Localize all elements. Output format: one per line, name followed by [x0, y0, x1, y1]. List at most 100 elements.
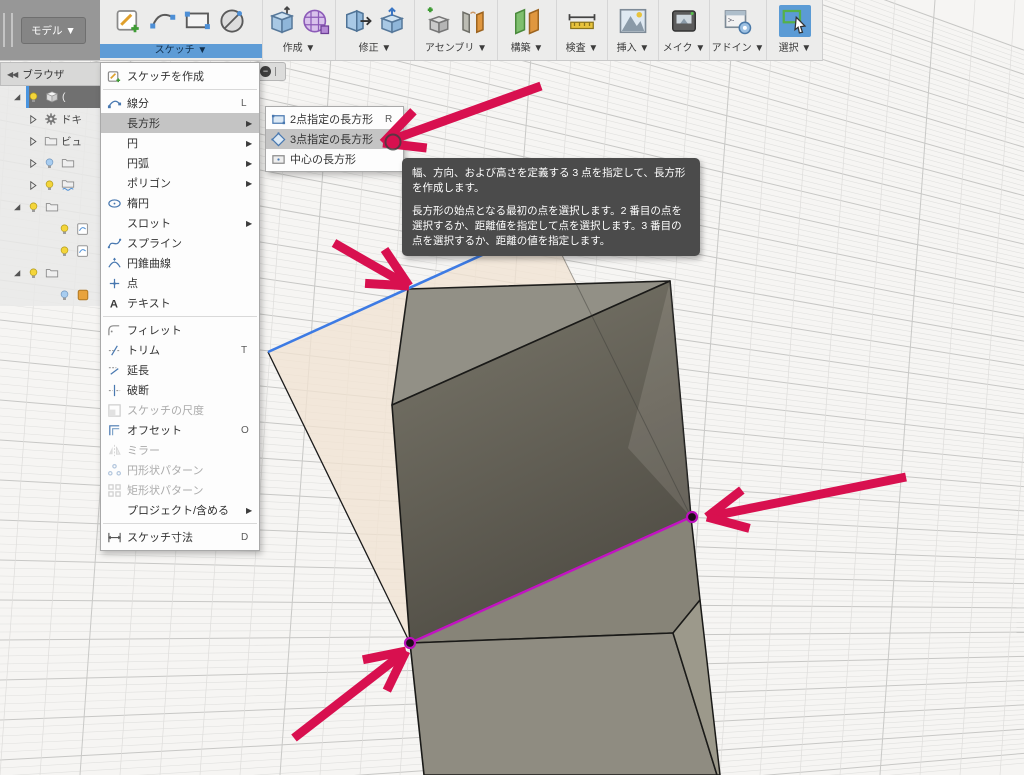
sketch-menu-item-7[interactable]: スロット▶ [101, 213, 259, 233]
point-icon [101, 276, 127, 291]
browser-header[interactable]: ◀◀ ブラウザ [0, 62, 101, 86]
inspect-group-dropdown[interactable]: 検査 ▼ [566, 42, 599, 56]
menu-item-label: 楕円 [127, 195, 241, 211]
collapse-triangle-icon[interactable] [12, 92, 23, 103]
model-body[interactable] [392, 281, 720, 775]
visibility-bulb-icon[interactable] [58, 289, 71, 302]
sketch-point-2[interactable] [687, 512, 697, 522]
browser-row-7[interactable] [0, 240, 101, 262]
menu-item-label: フィレット [127, 322, 241, 338]
rect-submenu-item-2[interactable]: 中心の長方形 [266, 149, 403, 169]
collapse-triangle-icon[interactable] [12, 202, 23, 213]
visibility-bulb-icon[interactable] [27, 201, 40, 214]
toolbar-group-create: 作成 ▼ [263, 0, 336, 60]
browser-row-5[interactable] [0, 196, 101, 218]
create-sketch-button[interactable] [114, 5, 146, 37]
sketch-menu-item-15[interactable]: 破断 [101, 380, 259, 400]
sketch-menu-item-5[interactable]: ポリゴン▶ [101, 173, 259, 193]
sketch-menu-item-11[interactable]: Aテキスト [101, 293, 259, 313]
sketch-menu-item-8[interactable]: スプライン [101, 233, 259, 253]
browser-row-8[interactable] [0, 262, 101, 284]
sketch-icon [76, 244, 90, 258]
expand-triangle-icon[interactable] [28, 114, 39, 125]
modify-group-dropdown[interactable]: 修正 ▼ [359, 42, 392, 56]
joint-button[interactable] [457, 5, 489, 37]
sketch-menu-item-6[interactable]: 楕円 [101, 193, 259, 213]
rect-3pt-icon [266, 132, 290, 147]
make-group-dropdown[interactable]: メイク ▼ [663, 42, 705, 56]
addins-button[interactable]: >- [722, 5, 754, 37]
browser-row-4[interactable] [0, 174, 101, 196]
fillet-button[interactable] [376, 5, 408, 37]
sketch-menu-item-13[interactable]: トリムT [101, 340, 259, 360]
body-lower-front-face[interactable] [410, 633, 717, 775]
select-group-dropdown[interactable]: 選択 ▼ [779, 42, 812, 56]
visibility-bulb-icon[interactable] [43, 157, 56, 170]
toolbar-grip[interactable] [3, 13, 13, 47]
insert-group-dropdown[interactable]: 挿入 ▼ [617, 42, 650, 56]
browser-collapse-icon[interactable]: ◀◀ [7, 70, 17, 79]
browser-row-9[interactable] [0, 284, 101, 306]
submenu-arrow-icon: ▶ [246, 506, 259, 515]
sketch-menu-item-12[interactable]: フィレット [101, 320, 259, 340]
visibility-bulb-icon[interactable] [58, 245, 71, 258]
collapse-triangle-icon[interactable] [12, 268, 23, 279]
sketch-menu-item-0[interactable]: スケッチを作成 [101, 66, 259, 86]
circle-tool-button[interactable] [216, 5, 248, 37]
select-button[interactable] [779, 5, 811, 37]
measure-button[interactable] [566, 5, 598, 37]
browser-row-3[interactable] [0, 152, 101, 174]
expand-triangle-icon[interactable] [28, 158, 39, 169]
expand-triangle-icon[interactable] [28, 136, 39, 147]
visibility-bulb-icon[interactable] [27, 267, 40, 280]
workspace-dropdown[interactable]: モデル ▼ [21, 17, 86, 44]
visibility-bulb-icon[interactable] [58, 223, 71, 236]
viewport-mini-toolbar[interactable]: − [256, 62, 286, 81]
sketch-menu-item-1[interactable]: 線分L [101, 93, 259, 113]
sketch-menu-item-14[interactable]: 延長 [101, 360, 259, 380]
construct-plane-button[interactable] [511, 5, 543, 37]
expand-triangle-icon[interactable] [28, 180, 39, 191]
sketch-menu-item-21[interactable]: プロジェクト/含める▶ [101, 500, 259, 520]
rectangle-tool-button[interactable] [182, 5, 214, 37]
rect-submenu-item-0[interactable]: 2点指定の長方形R [266, 109, 403, 129]
sketch-menu-item-22[interactable]: スケッチ寸法D [101, 527, 259, 547]
line-icon [101, 96, 127, 111]
conic-icon [101, 256, 127, 271]
construct-group-dropdown[interactable]: 構築 ▼ [511, 42, 544, 56]
shortcut-key: L [241, 98, 259, 109]
visibility-bulb-icon[interactable] [43, 179, 56, 192]
mirror-icon [101, 443, 127, 458]
sketch-menu-item-4[interactable]: 円弧▶ [101, 153, 259, 173]
menu-item-label: スプライン [127, 235, 241, 251]
sketch-menu-item-2[interactable]: 長方形▶ [101, 113, 259, 133]
folder-icon [45, 266, 59, 280]
new-component-icon [424, 6, 454, 36]
mini-toolbar-grip[interactable] [275, 67, 276, 76]
sketch-menu-item-10[interactable]: 点 [101, 273, 259, 293]
new-component-button[interactable] [423, 5, 455, 37]
collapse-dot-icon[interactable]: − [260, 66, 271, 77]
submenu-arrow-icon: ▶ [246, 139, 259, 148]
arc-tool-button[interactable] [148, 5, 180, 37]
make-button[interactable] [668, 5, 700, 37]
press-pull-button[interactable] [342, 5, 374, 37]
sketch-group-dropdown[interactable]: スケッチ ▼ [100, 44, 262, 58]
assemble-group-dropdown[interactable]: アセンブリ ▼ [425, 42, 487, 56]
extrude-button[interactable] [266, 5, 298, 37]
insert-image-button[interactable] [617, 5, 649, 37]
create-form-button[interactable] [300, 5, 332, 37]
sketch-menu-item-9[interactable]: 円錐曲線 [101, 253, 259, 273]
browser-row-6[interactable] [0, 218, 101, 240]
rect-submenu-item-1[interactable]: 3点指定の長方形 [266, 129, 403, 149]
browser-row-1[interactable]: ドキ [0, 108, 101, 130]
addins-group-dropdown[interactable]: アドイン ▼ [712, 42, 765, 56]
browser-row-label: ビュ [61, 134, 82, 149]
browser-row-label: ドキ [61, 112, 82, 127]
sketch-point-1[interactable] [405, 638, 415, 648]
sketch-menu-item-3[interactable]: 円▶ [101, 133, 259, 153]
sketch-menu-item-17[interactable]: オフセットO [101, 420, 259, 440]
create-group-dropdown[interactable]: 作成 ▼ [283, 42, 316, 56]
browser-row-2[interactable]: ビュ [0, 130, 101, 152]
browser-row-0[interactable]: ( [0, 86, 101, 108]
